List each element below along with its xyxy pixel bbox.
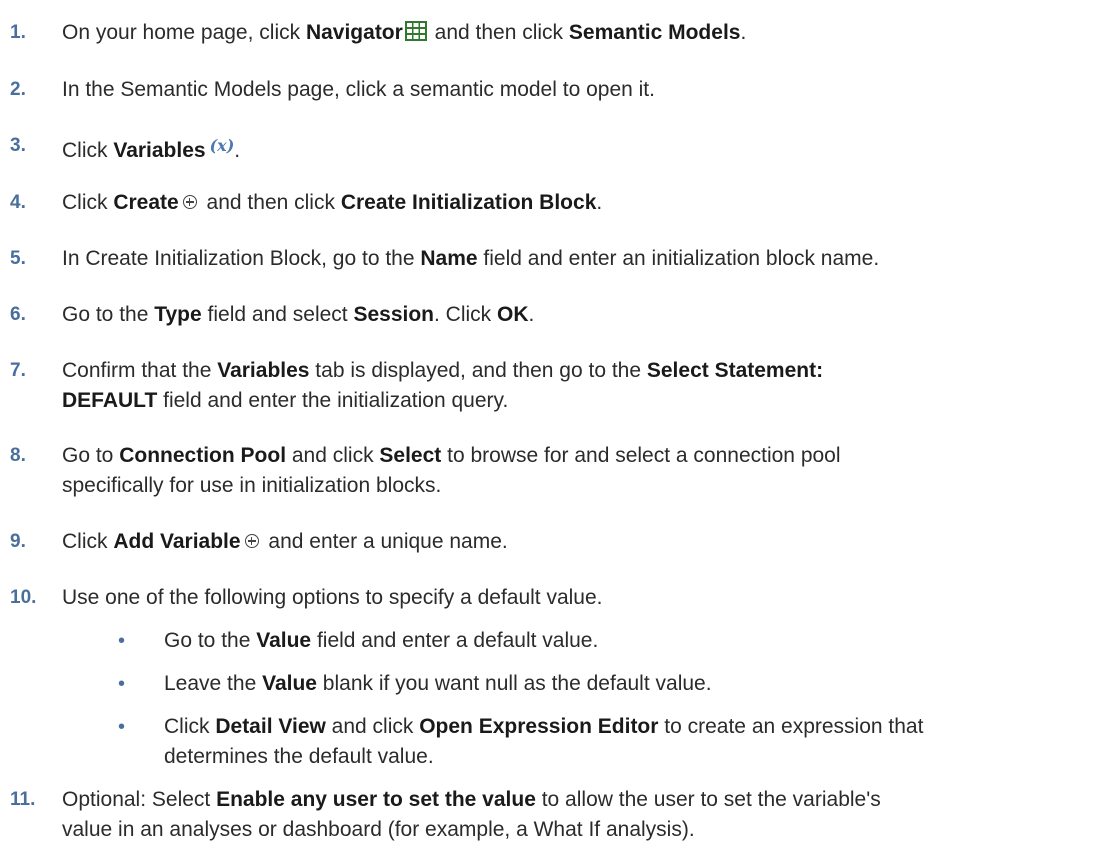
- step-text: Click Variables (x).: [62, 131, 1102, 166]
- ui-term: Add Variable: [113, 530, 241, 553]
- step-number: 3.: [10, 135, 26, 156]
- ui-term: Name: [420, 247, 478, 270]
- step-text: Use one of the following options to spec…: [62, 586, 603, 609]
- step-text: In Create Initialization Block, go to th…: [62, 244, 1102, 274]
- ui-term: Select: [379, 444, 442, 467]
- ui-term: Type: [154, 303, 202, 326]
- text-run: . Click: [434, 303, 498, 326]
- ui-term: Variables: [217, 359, 310, 382]
- text-run: and click: [325, 715, 420, 738]
- text-run: blank if you want null as the default va…: [316, 672, 712, 695]
- bullet-text: Leave the Value blank if you want null a…: [164, 669, 1104, 699]
- ui-term: DEFAULT: [62, 389, 158, 412]
- text-run: determines the default value.: [164, 745, 434, 768]
- step-number: 8.: [10, 445, 26, 466]
- ui-term: Value: [262, 672, 317, 695]
- bullet-text: Go to the Value field and enter a defaul…: [164, 626, 1104, 656]
- step-number: 4.: [10, 192, 26, 213]
- text-run: On your home page, click: [62, 21, 306, 44]
- text-run: Go to: [62, 444, 120, 467]
- ui-term: Enable any user to set the value: [216, 788, 536, 811]
- ui-term: Semantic Models: [568, 21, 741, 44]
- text-run: Click: [164, 715, 216, 738]
- ui-term: Variables: [113, 139, 206, 162]
- step-text: In the Semantic Models page, click a sem…: [62, 78, 655, 101]
- text-run: specifically for use in initialization b…: [62, 474, 442, 497]
- ui-term: Create Initialization Block: [340, 191, 597, 214]
- bullet-marker: •: [118, 673, 126, 695]
- text-run: to browse for and select a connection po…: [441, 444, 841, 467]
- text-run: .: [528, 303, 535, 326]
- text-run: and enter a unique name.: [262, 530, 508, 553]
- step-number: 9.: [10, 531, 26, 552]
- text-run: to allow the user to set the variable's: [535, 788, 881, 811]
- text-run: value in an analyses or dashboard (for e…: [62, 818, 695, 841]
- text-run: field and enter an initialization block …: [477, 247, 880, 270]
- step-number: 1.: [10, 22, 26, 43]
- text-run: .: [234, 139, 241, 162]
- step-number: 7.: [10, 360, 26, 381]
- step-number: 6.: [10, 304, 26, 325]
- text-run: Click: [62, 139, 114, 162]
- variables-icon: (x): [209, 136, 235, 155]
- ui-term: Connection Pool: [119, 444, 287, 467]
- step-number: 5.: [10, 248, 26, 269]
- step-text: Optional: Select Enable any user to set …: [62, 785, 1102, 845]
- text-run: tab is displayed, and then go to the: [309, 359, 647, 382]
- text-run: Go to the: [164, 629, 257, 652]
- step-text: Go to the Type field and select Session.…: [62, 300, 1102, 330]
- text-run: Optional: Select: [62, 788, 217, 811]
- step-text: Confirm that the Variables tab is displa…: [62, 356, 1102, 416]
- text-run: and then click: [200, 191, 341, 214]
- step-text: Click Create and then click Create Initi…: [62, 188, 1102, 218]
- text-run: field and enter a default value.: [311, 629, 599, 652]
- step-text: On your home page, click Navigator and t…: [62, 18, 1102, 48]
- text-run: Go to the: [62, 303, 155, 326]
- bullet-text: Click Detail View and click Open Express…: [164, 712, 1104, 772]
- ui-term: Create: [113, 191, 179, 214]
- ui-term: Detail View: [215, 715, 326, 738]
- add-circle-icon: [244, 534, 259, 548]
- step-number: 11.: [10, 789, 36, 810]
- step-number: 2.: [10, 79, 26, 100]
- text-run: Click: [62, 191, 114, 214]
- ui-term: Value: [256, 629, 312, 652]
- step-number: 10.: [10, 587, 37, 608]
- text-run: field and enter the initialization query…: [157, 389, 509, 412]
- text-run: .: [740, 21, 747, 44]
- ui-term: Select Statement:: [646, 359, 824, 382]
- step-text: Go to Connection Pool and click Select t…: [62, 441, 1102, 501]
- navigator-icon: [404, 21, 427, 41]
- ui-term: Open Expression Editor: [419, 715, 659, 738]
- text-run: to create an expression that: [658, 715, 924, 738]
- add-circle-icon: [182, 195, 197, 209]
- text-run: field and select: [201, 303, 354, 326]
- ui-term: Session: [353, 303, 435, 326]
- text-run: In Create Initialization Block, go to th…: [62, 247, 421, 270]
- text-run: Click: [62, 530, 114, 553]
- text-run: Confirm that the: [62, 359, 218, 382]
- text-run: and click: [286, 444, 380, 467]
- step-text: Click Add Variable and enter a unique na…: [62, 527, 1102, 557]
- text-run: Leave the: [164, 672, 263, 695]
- ui-term: OK: [497, 303, 529, 326]
- text-run: and then click: [428, 21, 569, 44]
- bullet-marker: •: [118, 716, 126, 738]
- ui-term: Navigator: [305, 21, 403, 44]
- bullet-marker: •: [118, 630, 126, 652]
- text-run: .: [596, 191, 603, 214]
